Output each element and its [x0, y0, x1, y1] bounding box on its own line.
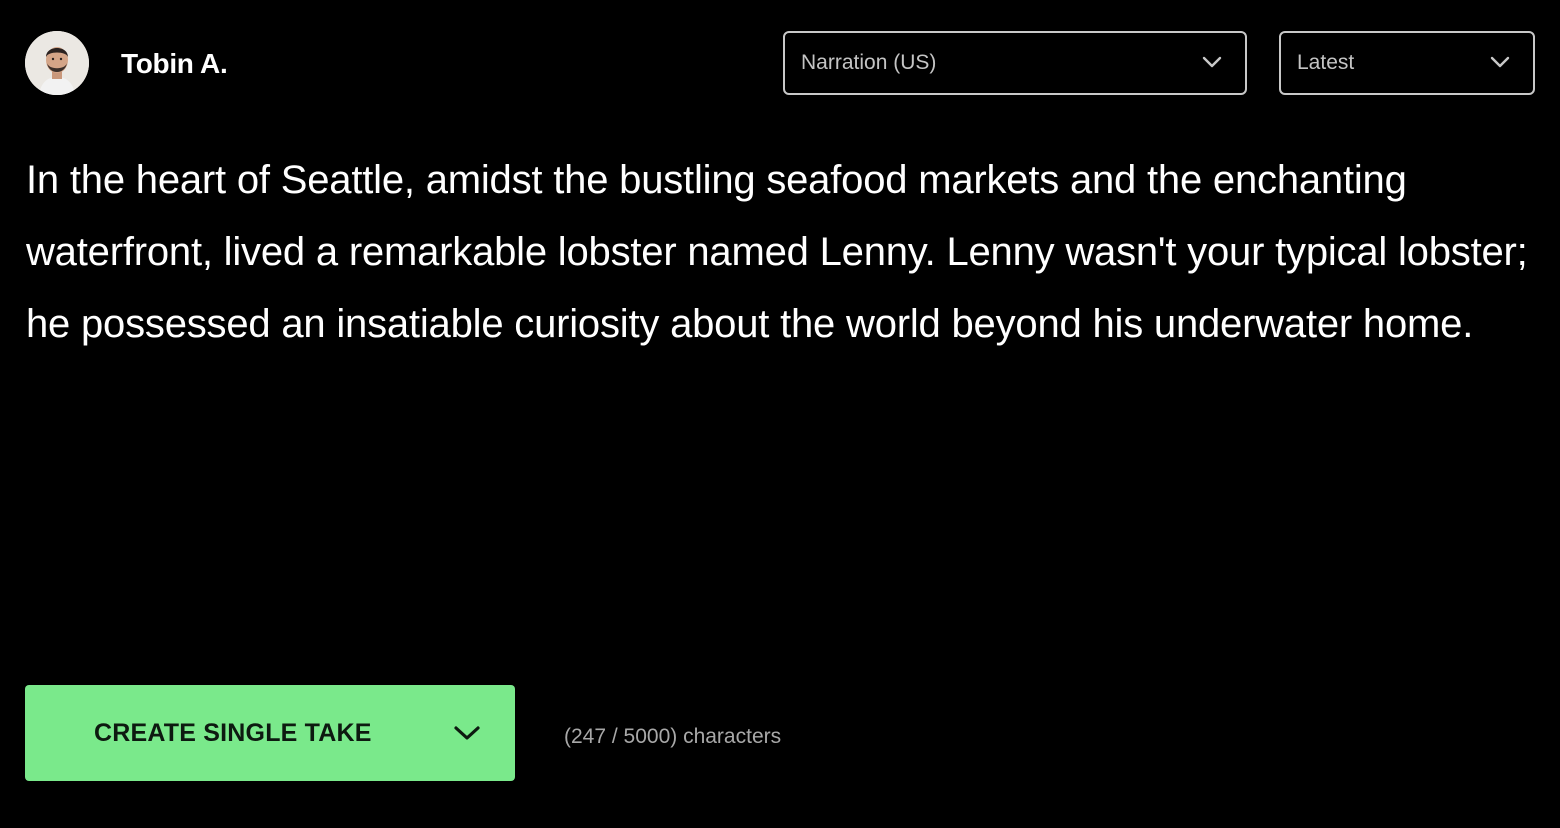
chevron-down-icon	[1490, 56, 1510, 68]
avatar-photo	[25, 31, 89, 95]
character-count: (247 / 5000) characters	[564, 725, 782, 748]
sort-select-value: Latest	[1297, 51, 1355, 74]
sort-select[interactable]: Latest	[1279, 31, 1535, 95]
avatar[interactable]	[25, 31, 89, 95]
chevron-down-icon[interactable]	[453, 723, 481, 743]
chevron-down-icon	[1202, 56, 1222, 68]
story-text[interactable]: In the heart of Seattle, amidst the bust…	[26, 144, 1536, 360]
header: Tobin A. Narration (US) Latest	[0, 0, 1560, 128]
create-button-label: CREATE SINGLE TAKE	[94, 719, 372, 747]
user-name: Tobin A.	[121, 48, 228, 79]
voice-select[interactable]: Narration (US)	[783, 31, 1247, 95]
voice-select-value: Narration (US)	[801, 51, 937, 74]
create-single-take-button[interactable]: CREATE SINGLE TAKE	[25, 685, 515, 781]
